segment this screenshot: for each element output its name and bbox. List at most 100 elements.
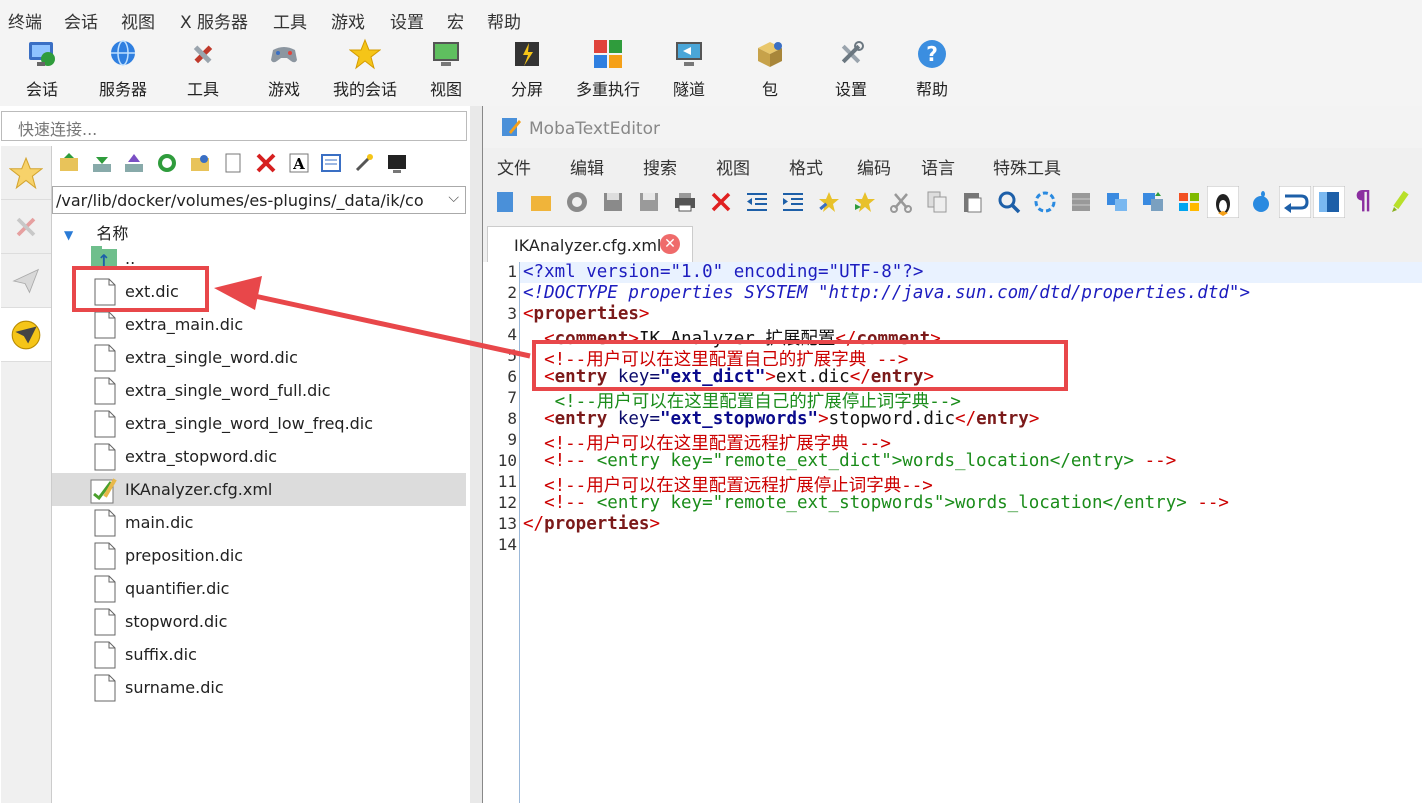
annotation-box-file: [72, 266, 209, 312]
editor-menu-format[interactable]: 格式: [789, 154, 823, 179]
word-wrap-icon[interactable]: [1279, 186, 1311, 218]
new-folder-icon[interactable]: [189, 152, 211, 174]
linux-icon[interactable]: [1207, 186, 1239, 218]
file-row[interactable]: suffix.dic: [52, 638, 466, 671]
editor-tab-active[interactable]: IKAnalyzer.cfg.xml ✕: [487, 226, 693, 262]
menu-tools[interactable]: 工具: [273, 8, 307, 33]
menu-terminal[interactable]: 终端: [8, 8, 42, 33]
menu-session[interactable]: 会话: [64, 8, 98, 33]
apple-icon[interactable]: [1249, 190, 1273, 214]
view-button[interactable]: 视图: [406, 38, 486, 100]
chevron-down-icon[interactable]: ⌵: [448, 190, 459, 206]
tools-button[interactable]: 工具: [163, 38, 243, 100]
help-button[interactable]: ? 帮助: [892, 38, 972, 100]
quick-connect-input[interactable]: 快速连接...: [1, 111, 467, 141]
sync-icon[interactable]: [1141, 190, 1165, 214]
games-button[interactable]: 游戏: [244, 38, 324, 100]
windows-icon[interactable]: [1177, 190, 1201, 214]
tab-sftp[interactable]: [1, 308, 51, 362]
file-row[interactable]: quantifier.dic: [52, 572, 466, 605]
file-row[interactable]: surname.dic: [52, 671, 466, 704]
cut-icon[interactable]: [889, 190, 913, 214]
editor-menu-view[interactable]: 视图: [716, 154, 750, 179]
properties-icon[interactable]: [320, 152, 342, 174]
menu-macros[interactable]: 宏: [447, 8, 464, 33]
menu-settings[interactable]: 设置: [390, 8, 424, 33]
menu-help[interactable]: 帮助: [487, 8, 521, 33]
terminal-icon[interactable]: [386, 152, 408, 174]
file-row[interactable]: preposition.dic: [52, 539, 466, 572]
packages-button[interactable]: 包: [730, 38, 810, 100]
bookmark-icon[interactable]: [817, 190, 841, 214]
servers-button[interactable]: 服务器: [83, 38, 163, 100]
highlighter-icon[interactable]: [1389, 190, 1413, 214]
print-icon[interactable]: [673, 190, 697, 214]
parent-folder-icon[interactable]: [58, 152, 80, 174]
download-icon[interactable]: [91, 152, 113, 174]
replace-icon[interactable]: [1033, 190, 1057, 214]
upload-icon[interactable]: [123, 152, 145, 174]
save-as-icon[interactable]: [637, 190, 661, 214]
left-side-tabs: [1, 146, 52, 803]
tab-tools[interactable]: [1, 200, 51, 254]
file-row[interactable]: extra_single_word_low_freq.dic: [52, 407, 466, 440]
text-content: stopword.dic: [828, 409, 956, 429]
column-header-name[interactable]: ▼ 名称: [64, 220, 128, 244]
session-button[interactable]: 会话: [2, 38, 82, 100]
file-row[interactable]: extra_single_word.dic: [52, 341, 466, 374]
save-icon[interactable]: [601, 190, 625, 214]
compare-icon[interactable]: [1105, 190, 1129, 214]
pane-splitter[interactable]: [470, 106, 482, 803]
my-sessions-button[interactable]: 我的会话: [325, 38, 405, 100]
file-row[interactable]: main.dic: [52, 506, 466, 539]
editor-menu-encoding[interactable]: 编码: [857, 154, 891, 179]
grid-icon[interactable]: [1069, 190, 1093, 214]
open-folder-icon[interactable]: [529, 190, 553, 214]
file-row[interactable]: extra_main.dic: [52, 308, 466, 341]
tab-sessions[interactable]: [1, 146, 51, 200]
next-bookmark-icon[interactable]: [853, 190, 877, 214]
editor-menu-edit[interactable]: 编辑: [570, 154, 604, 179]
file-row-selected[interactable]: IKAnalyzer.cfg.xml: [52, 473, 466, 506]
new-file-icon[interactable]: [222, 152, 244, 174]
tab-macros[interactable]: [1, 254, 51, 308]
search-icon[interactable]: [997, 190, 1021, 214]
file-row[interactable]: stopword.dic: [52, 605, 466, 638]
multiexec-button[interactable]: 多重执行: [568, 38, 648, 100]
magic-wand-icon[interactable]: [353, 152, 375, 174]
close-tab-icon[interactable]: ✕: [660, 234, 680, 254]
refresh-icon[interactable]: [156, 152, 178, 174]
tunnel-button[interactable]: 隧道: [649, 38, 729, 100]
split-button[interactable]: 分屏: [487, 38, 567, 100]
rename-icon[interactable]: A: [288, 152, 310, 174]
close-icon[interactable]: [709, 190, 733, 214]
outdent-icon[interactable]: [745, 190, 769, 214]
editor-titlebar: MobaTextEditor: [483, 106, 1422, 148]
indent-icon[interactable]: [781, 190, 805, 214]
delete-icon[interactable]: [255, 152, 277, 174]
file-row[interactable]: extra_stopword.dic: [52, 440, 466, 473]
split-view-icon[interactable]: [1313, 186, 1345, 218]
menu-view[interactable]: 视图: [121, 8, 155, 33]
globe-server-icon: [111, 40, 135, 66]
commented-entry: <entry key="remote_ext_stopwords">words_…: [596, 493, 1187, 513]
editor-menu-file[interactable]: 文件: [497, 154, 531, 179]
file-row[interactable]: extra_single_word_full.dic: [52, 374, 466, 407]
multi-exec-icon: [594, 40, 622, 68]
file-name: preposition.dic: [125, 546, 244, 565]
new-file-icon[interactable]: [493, 190, 517, 214]
pilcrow-icon[interactable]: ¶: [1355, 186, 1372, 216]
help-icon: ?: [918, 40, 946, 68]
line-number: 9: [507, 430, 517, 449]
copy-icon[interactable]: [925, 190, 949, 214]
reload-icon[interactable]: [565, 190, 589, 214]
path-selector[interactable]: /var/lib/docker/volumes/es-plugins/_data…: [52, 186, 466, 214]
settings-button[interactable]: 设置: [811, 38, 891, 100]
editor-menu-language[interactable]: 语言: [921, 154, 955, 179]
line-number: 2: [507, 283, 517, 302]
paste-icon[interactable]: [961, 190, 985, 214]
editor-menu-special-tools[interactable]: 特殊工具: [993, 154, 1061, 179]
menu-games[interactable]: 游戏: [331, 8, 365, 33]
editor-menu-search[interactable]: 搜索: [643, 154, 677, 179]
menu-x-server[interactable]: X 服务器: [180, 8, 248, 33]
